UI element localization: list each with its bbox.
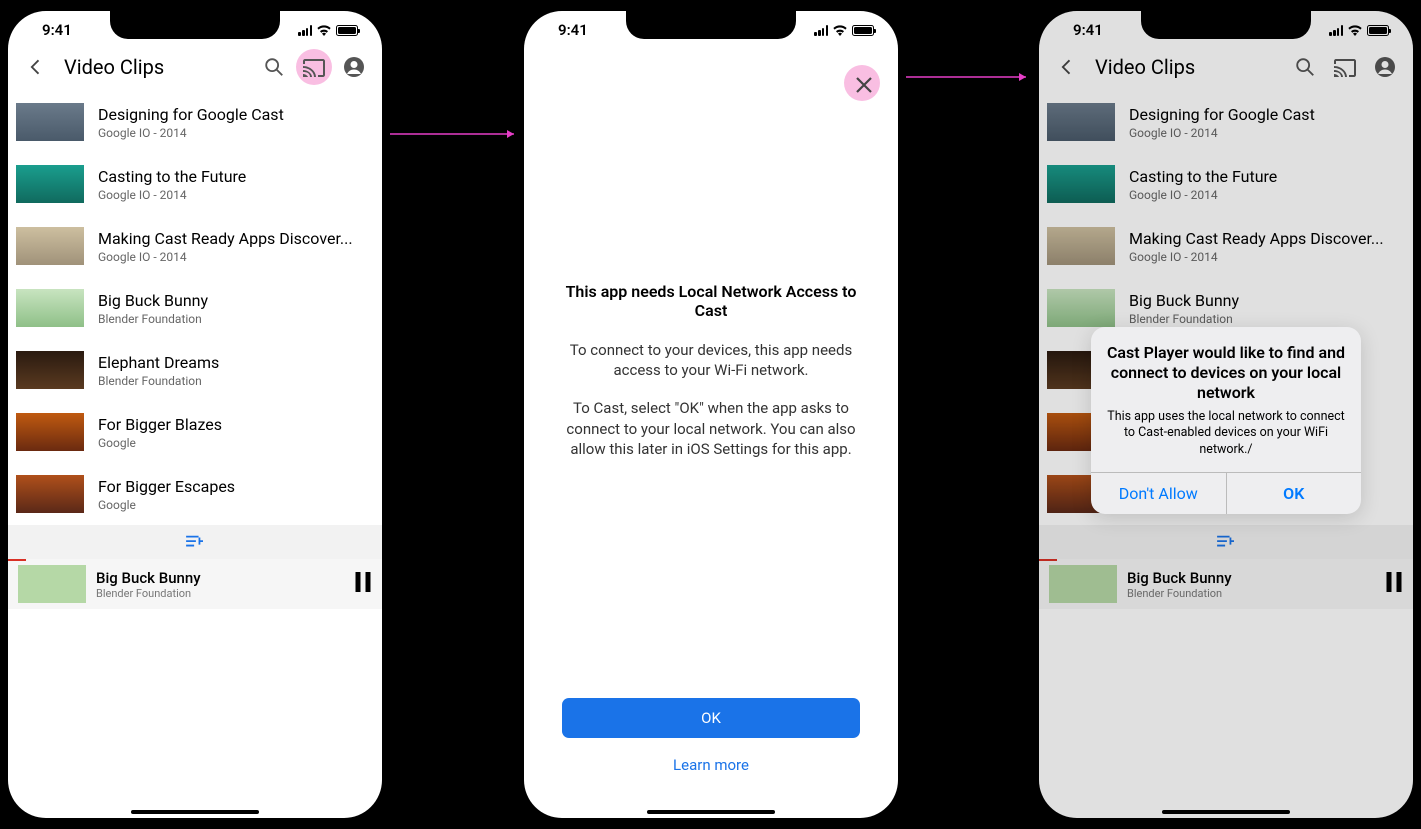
pause-icon: [354, 572, 372, 592]
list-item[interactable]: Big Buck Bunny Blender Foundation: [8, 277, 382, 339]
list-item[interactable]: For Bigger Escapes Google: [8, 463, 382, 525]
thumbnail: [16, 475, 84, 513]
item-title: Casting to the Future: [98, 167, 374, 186]
device-notch: [626, 11, 796, 39]
item-sub: Google IO - 2014: [98, 126, 374, 140]
account-icon: [342, 55, 366, 79]
np-sub: Blender Foundation: [96, 587, 344, 600]
thumbnail: [16, 103, 84, 141]
device-notch: [110, 11, 280, 39]
item-title: Designing for Google Cast: [98, 105, 374, 124]
list-item[interactable]: Making Cast Ready Apps Discover... Google…: [8, 215, 382, 277]
status-time: 9:41: [42, 21, 72, 39]
search-button[interactable]: [258, 51, 290, 83]
np-thumbnail: [18, 565, 86, 603]
list-item[interactable]: Elephant Dreams Blender Foundation: [8, 339, 382, 401]
dont-allow-button[interactable]: Don't Allow: [1091, 473, 1227, 514]
flow-arrow-2: [886, 72, 1034, 82]
item-sub: Google: [98, 436, 374, 450]
modal-paragraph-1: To connect to your devices, this app nee…: [554, 340, 868, 381]
app-bar: Video Clips: [8, 43, 382, 91]
queue-bar[interactable]: [8, 525, 382, 559]
home-indicator[interactable]: [131, 810, 259, 814]
modal-heading: This app needs Local Network Access to C…: [554, 282, 868, 320]
thumbnail: [16, 165, 84, 203]
item-sub: Google: [98, 498, 374, 512]
cast-icon: [302, 56, 326, 78]
phone-3: 9:41 Video Clips Designing for Google Ca…: [1031, 3, 1421, 826]
alert-title: Cast Player would like to find and conne…: [1105, 343, 1347, 403]
cast-button[interactable]: [298, 51, 330, 83]
close-icon: [855, 76, 873, 94]
playlist-add-icon: [184, 534, 206, 550]
back-button[interactable]: [20, 51, 52, 83]
thumbnail: [16, 289, 84, 327]
thumbnail: [16, 413, 84, 451]
local-network-permission-alert: Cast Player would like to find and conne…: [1091, 327, 1361, 514]
account-button[interactable]: [338, 51, 370, 83]
allow-ok-button[interactable]: OK: [1227, 473, 1362, 514]
wifi-icon: [316, 24, 332, 36]
phone-2: 9:41 This app needs Local Network Access…: [516, 3, 906, 826]
learn-more-link[interactable]: Learn more: [544, 746, 878, 784]
item-title: Making Cast Ready Apps Discover...: [98, 229, 374, 248]
signal-icon: [298, 25, 312, 36]
modal-paragraph-2: To Cast, select "OK" when the app asks t…: [554, 398, 868, 459]
alert-desc: This app uses the local network to conne…: [1105, 409, 1347, 458]
item-sub: Blender Foundation: [98, 374, 374, 388]
page-title: Video Clips: [64, 55, 250, 79]
item-title: Elephant Dreams: [98, 353, 374, 372]
search-icon: [263, 56, 285, 78]
list-item[interactable]: Designing for Google Cast Google IO - 201…: [8, 91, 382, 153]
item-title: Big Buck Bunny: [98, 291, 374, 310]
device-notch: [1141, 11, 1311, 39]
list-item[interactable]: For Bigger Blazes Google: [8, 401, 382, 463]
pause-button[interactable]: [354, 572, 372, 596]
thumbnail: [16, 351, 84, 389]
item-title: For Bigger Blazes: [98, 415, 374, 434]
phone-1: 9:41 Video Clips: [0, 3, 390, 826]
list-item[interactable]: Casting to the Future Google IO - 2014: [8, 153, 382, 215]
battery-icon: [336, 25, 358, 36]
home-indicator[interactable]: [1162, 810, 1290, 814]
np-title: Big Buck Bunny: [96, 569, 344, 587]
item-sub: Blender Foundation: [98, 312, 374, 326]
now-playing-bar[interactable]: Big Buck Bunny Blender Foundation: [8, 559, 382, 609]
item-sub: Google IO - 2014: [98, 250, 374, 264]
lna-educational-sheet: This app needs Local Network Access to C…: [524, 11, 898, 818]
item-sub: Google IO - 2014: [98, 188, 374, 202]
ok-button[interactable]: OK: [562, 698, 860, 738]
item-title: For Bigger Escapes: [98, 477, 374, 496]
thumbnail: [16, 227, 84, 265]
home-indicator[interactable]: [647, 810, 775, 814]
video-list: Designing for Google Cast Google IO - 201…: [8, 91, 382, 525]
